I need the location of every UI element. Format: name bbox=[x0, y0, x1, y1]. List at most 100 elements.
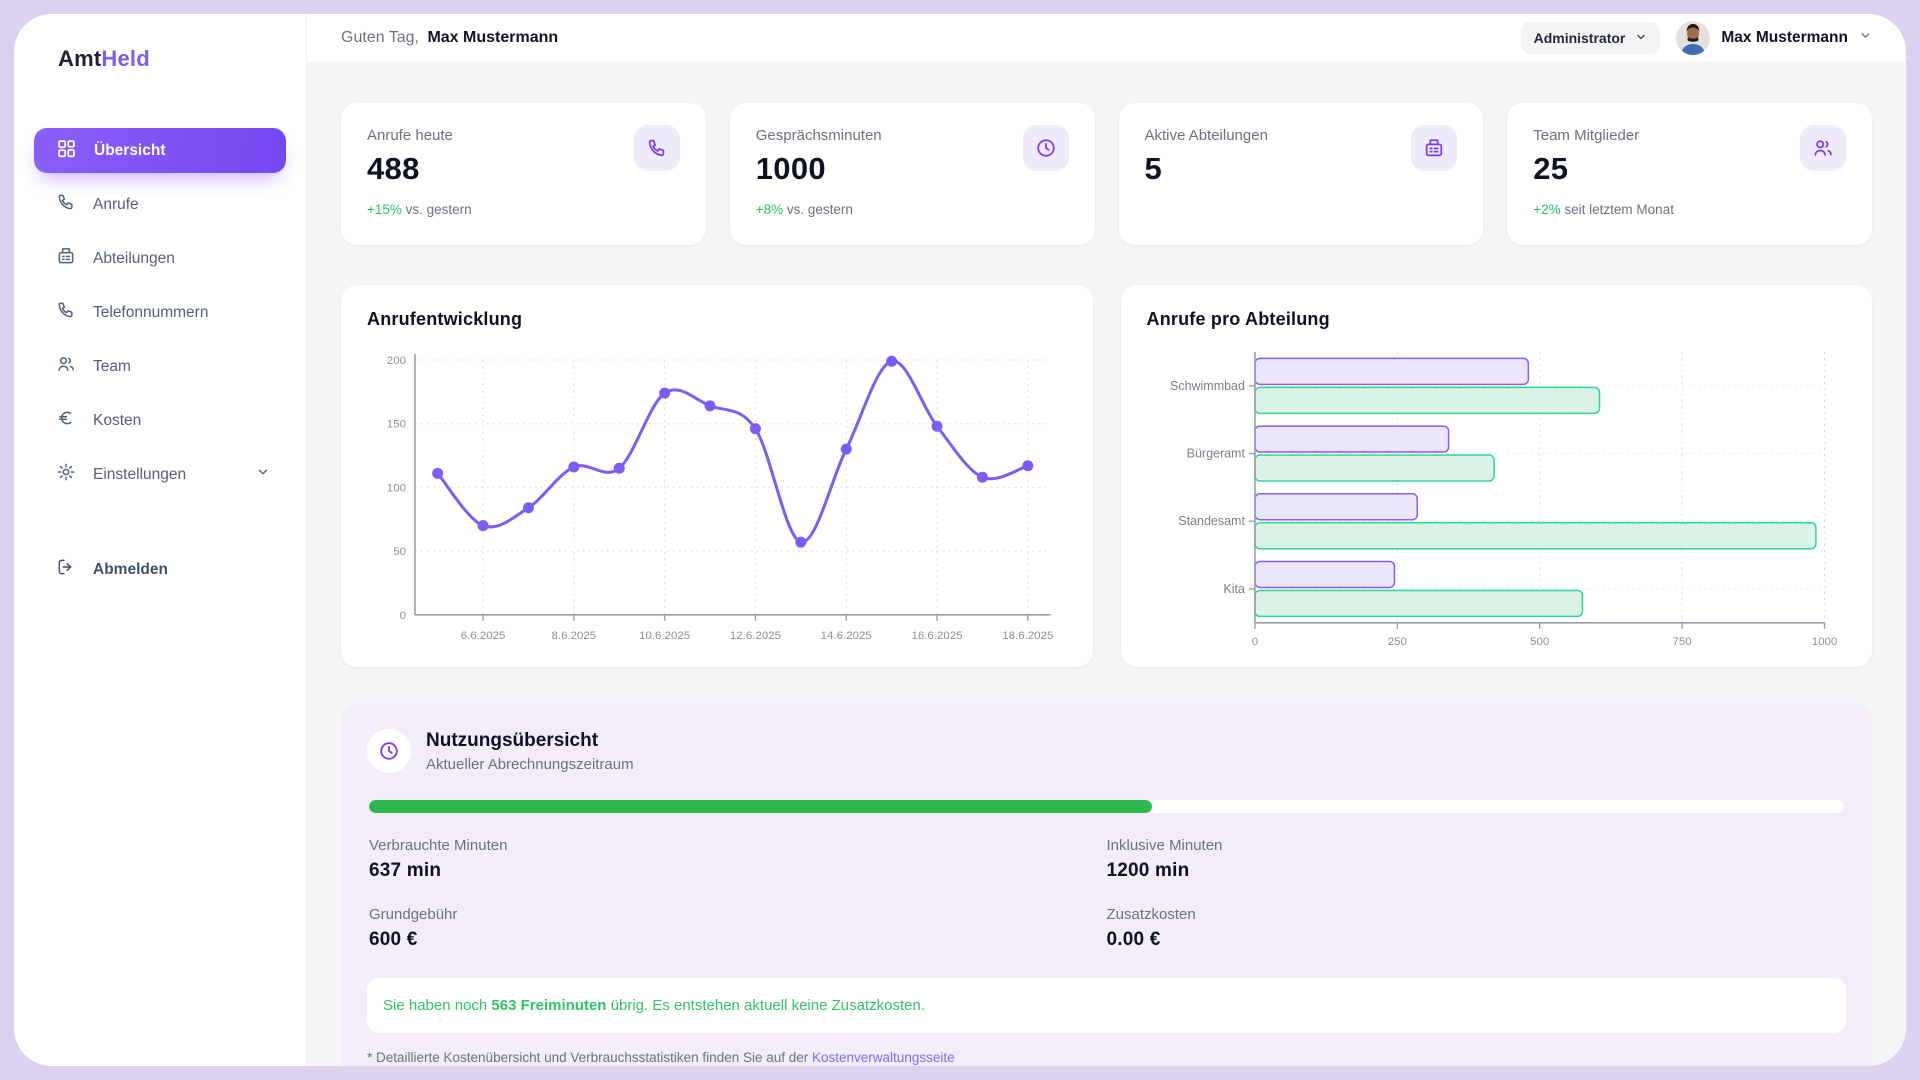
euro-icon bbox=[56, 408, 76, 433]
svg-text:8.6.2025: 8.6.2025 bbox=[551, 630, 596, 642]
svg-text:12.6.2025: 12.6.2025 bbox=[730, 630, 781, 642]
svg-text:Bürgeramt: Bürgeramt bbox=[1186, 447, 1245, 461]
greeting: Guten Tag, Max Mustermann bbox=[341, 29, 558, 47]
greeting-user-name: Max Mustermann bbox=[427, 29, 558, 46]
stat-cards-row: Anrufe heute 488 +15% vs. gestern Gesprä… bbox=[341, 103, 1872, 245]
svg-text:Kita: Kita bbox=[1223, 582, 1245, 596]
svg-text:250: 250 bbox=[1387, 636, 1406, 648]
dashboard-icon bbox=[56, 138, 77, 164]
sidebar-item-label: Kosten bbox=[93, 412, 141, 430]
clock-icon bbox=[1023, 125, 1069, 171]
line-chart-card: Anrufentwicklung 0 50 100 150 200 6.6.2025 8.6… bbox=[341, 285, 1093, 667]
stat-delta: +15% vs. gestern bbox=[367, 202, 680, 217]
app-window: AmtHeld Übersicht Anrufe Abteilungen bbox=[14, 14, 1906, 1066]
svg-text:Schwimmbad: Schwimmbad bbox=[1170, 379, 1245, 393]
svg-text:16.6.2025: 16.6.2025 bbox=[911, 630, 962, 642]
sidebar-item-label: Team bbox=[93, 358, 131, 376]
user-name: Max Mustermann bbox=[1721, 29, 1848, 47]
topbar: Guten Tag, Max Mustermann Administrator … bbox=[307, 14, 1906, 63]
sidebar-item-team[interactable]: Team bbox=[34, 344, 286, 389]
stat-card-aktive-abteilungen: Aktive Abteilungen 5 bbox=[1119, 103, 1484, 245]
svg-text:6.6.2025: 6.6.2025 bbox=[461, 630, 506, 642]
bar-chart-card: Anrufe pro Abteilung 0 250 500 750 1000 Schwi… bbox=[1121, 285, 1873, 667]
phone-icon bbox=[56, 192, 76, 217]
svg-text:0: 0 bbox=[400, 610, 406, 622]
users-icon bbox=[1800, 125, 1846, 171]
phone-icon bbox=[634, 125, 680, 171]
logo-text-amt: Amt bbox=[58, 46, 101, 71]
stat-delta: +8% vs. gestern bbox=[756, 202, 1069, 217]
svg-text:0: 0 bbox=[1251, 636, 1257, 648]
metric-zusatzkosten: Zusatzkosten 0.00 € bbox=[1107, 906, 1845, 951]
logo-text-held: Held bbox=[101, 46, 149, 71]
charts-row: Anrufentwicklung 0 50 100 150 200 6.6.2025 8.6… bbox=[341, 285, 1872, 667]
fax-icon bbox=[56, 246, 76, 271]
user-menu[interactable]: Max Mustermann bbox=[1676, 21, 1872, 55]
usage-footnote: * Detaillierte Kostenübersicht und Verbr… bbox=[367, 1050, 1846, 1065]
sidebar-item-label: Einstellungen bbox=[93, 466, 186, 484]
usage-progress-fill bbox=[369, 800, 1152, 813]
sidebar-item-telefonnummern[interactable]: Telefonnummern bbox=[34, 290, 286, 335]
sidebar-item-label: Übersicht bbox=[94, 142, 166, 160]
metric-verbrauchte-minuten: Verbrauchte Minuten 637 min bbox=[369, 837, 1107, 882]
sidebar-item-label: Abteilungen bbox=[93, 250, 175, 268]
stat-card-team-mitglieder: Team Mitglieder 25 +2% seit letztem Mona… bbox=[1507, 103, 1872, 245]
role-select[interactable]: Administrator bbox=[1521, 22, 1661, 54]
stat-value: 1000 bbox=[756, 151, 1069, 187]
svg-text:500: 500 bbox=[1530, 636, 1549, 648]
line-chart-title: Anrufentwicklung bbox=[367, 309, 1067, 330]
svg-text:1000: 1000 bbox=[1811, 636, 1837, 648]
clock-icon bbox=[367, 729, 411, 773]
usage-metrics: Verbrauchte Minuten 637 min Inklusive Mi… bbox=[367, 837, 1846, 951]
usage-title: Nutzungsübersicht bbox=[426, 730, 634, 752]
svg-text:750: 750 bbox=[1672, 636, 1691, 648]
logout-icon bbox=[56, 557, 76, 582]
sidebar-item-label: Abmelden bbox=[93, 561, 168, 579]
freiminuten-notice: Sie haben noch 563 Freiminuten übrig. Es… bbox=[367, 978, 1846, 1033]
stat-title: Anrufe heute bbox=[367, 127, 680, 144]
main-area: Guten Tag, Max Mustermann Administrator … bbox=[307, 14, 1906, 1066]
kostenverwaltung-link[interactable]: Kostenverwaltungsseite bbox=[812, 1050, 955, 1065]
dashboard-content: Anrufe heute 488 +15% vs. gestern Gesprä… bbox=[307, 63, 1906, 1066]
chevron-down-icon bbox=[256, 465, 270, 484]
chevron-down-icon bbox=[1859, 29, 1872, 47]
bar-chart-title: Anrufe pro Abteilung bbox=[1147, 309, 1847, 330]
fax-icon bbox=[1411, 125, 1457, 171]
stat-delta: +2% seit letztem Monat bbox=[1533, 202, 1846, 217]
role-select-value: Administrator bbox=[1534, 30, 1626, 46]
stat-card-gespraechsminuten: Gesprächsminuten 1000 +8% vs. gestern bbox=[730, 103, 1095, 245]
sidebar-item-kosten[interactable]: Kosten bbox=[34, 398, 286, 443]
stat-card-anrufe-heute: Anrufe heute 488 +15% vs. gestern bbox=[341, 103, 706, 245]
svg-text:10.6.2025: 10.6.2025 bbox=[639, 630, 690, 642]
svg-text:14.6.2025: 14.6.2025 bbox=[821, 630, 872, 642]
sidebar-item-label: Telefonnummern bbox=[93, 304, 208, 322]
usage-progress-bar bbox=[369, 800, 1844, 813]
line-chart: 0 50 100 150 200 6.6.2025 8.6.2025 10.6.2025 12.… bbox=[367, 344, 1067, 659]
usage-subtitle: Aktueller Abrechnungszeitraum bbox=[426, 756, 634, 773]
stat-value: 488 bbox=[367, 151, 680, 187]
sidebar-item-label: Anrufe bbox=[93, 196, 139, 214]
sidebar-item-uebersicht[interactable]: Übersicht bbox=[34, 128, 286, 173]
sidebar: AmtHeld Übersicht Anrufe Abteilungen bbox=[14, 14, 307, 1066]
usage-section: Nutzungsübersicht Aktueller Abrechnungsz… bbox=[341, 703, 1872, 1066]
users-icon bbox=[56, 354, 76, 379]
svg-text:150: 150 bbox=[387, 419, 406, 431]
sidebar-item-abteilungen[interactable]: Abteilungen bbox=[34, 236, 286, 281]
sidebar-nav: Übersicht Anrufe Abteilungen Telefonnumm… bbox=[14, 128, 306, 601]
sidebar-item-abmelden[interactable]: Abmelden bbox=[34, 547, 286, 592]
metric-inklusive-minuten: Inklusive Minuten 1200 min bbox=[1107, 837, 1845, 882]
avatar bbox=[1676, 21, 1710, 55]
svg-text:100: 100 bbox=[387, 482, 406, 494]
sidebar-item-anrufe[interactable]: Anrufe bbox=[34, 182, 286, 227]
svg-text:Standesamt: Standesamt bbox=[1178, 514, 1245, 528]
svg-text:50: 50 bbox=[393, 546, 406, 558]
greeting-text: Guten Tag, bbox=[341, 29, 419, 46]
sidebar-item-einstellungen[interactable]: Einstellungen bbox=[34, 452, 286, 497]
svg-text:200: 200 bbox=[387, 355, 406, 367]
gear-icon bbox=[56, 462, 76, 487]
svg-text:18.6.2025: 18.6.2025 bbox=[1002, 630, 1053, 642]
app-logo: AmtHeld bbox=[14, 14, 306, 72]
chevron-down-icon bbox=[1635, 30, 1647, 46]
bar-chart: 0 250 500 750 1000 Schwimmbad Bürgeramt Standes… bbox=[1147, 344, 1847, 659]
phone-icon bbox=[56, 300, 76, 325]
